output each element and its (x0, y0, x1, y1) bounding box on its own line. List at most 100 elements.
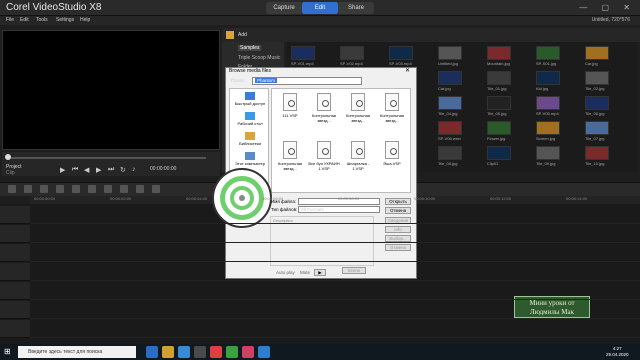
track-row[interactable] (30, 244, 640, 262)
look-in-dropdown[interactable]: Phantom (252, 77, 362, 85)
places-item[interactable]: Быстрый доступ (230, 92, 270, 106)
end-icon[interactable]: ⏭ (108, 166, 114, 174)
timeline-tool-icon[interactable] (8, 185, 16, 193)
category-triple-scoop[interactable]: Triple Scoop Music (238, 55, 280, 61)
menu-settings[interactable]: Settings (56, 17, 74, 23)
timeline-tool-icon[interactable] (40, 185, 48, 193)
open-button[interactable]: Открыть (385, 198, 411, 205)
library-thumbnail[interactable] (438, 146, 462, 160)
window-controls[interactable]: — ▢ ✕ (579, 3, 636, 12)
scrubber-track[interactable] (6, 157, 206, 159)
play-icon[interactable]: ▶ (60, 166, 65, 174)
videostudio-icon[interactable] (258, 346, 270, 358)
library-thumbnail[interactable] (536, 71, 560, 85)
library-thumbnail[interactable] (585, 121, 609, 135)
file-item[interactable]: Контрольная звезд... (274, 141, 306, 171)
next-icon[interactable]: ▶ (96, 166, 101, 174)
menu-tools[interactable]: Tools (36, 17, 48, 23)
close-icon[interactable]: ✕ (405, 67, 410, 74)
file-item[interactable]: Контрольная звезд... (342, 93, 374, 123)
track-header[interactable] (0, 206, 30, 224)
timeline-tool-icon[interactable] (152, 185, 160, 193)
track-header[interactable] (0, 225, 30, 243)
windows-start-icon[interactable]: ⊞ (4, 347, 11, 356)
add-label[interactable]: Add (238, 32, 247, 38)
folder-icon[interactable] (226, 31, 234, 39)
library-thumbnail[interactable] (487, 96, 511, 110)
repeat-icon[interactable]: ↻ (120, 166, 126, 174)
library-thumbnail[interactable] (585, 71, 609, 85)
track-row[interactable] (30, 263, 640, 281)
library-thumbnail-label: Tile_04.jpg (438, 111, 458, 116)
explorer-icon[interactable] (162, 346, 174, 358)
ruler-tick-label: 00:00:06:00 (262, 196, 284, 201)
menu-file[interactable]: File (6, 17, 14, 23)
volume-icon[interactable]: ♪ (132, 166, 136, 173)
category-samples[interactable]: Samples (238, 45, 262, 51)
library-thumbnail[interactable] (585, 96, 609, 110)
home-icon[interactable]: ⏮ (72, 166, 78, 174)
track-row[interactable] (30, 206, 640, 224)
file-item[interactable]: Контрольная звезд... (376, 93, 408, 123)
file-item[interactable]: Шпаргалка - 1.VSP (342, 141, 374, 171)
library-thumbnail[interactable] (536, 46, 560, 60)
library-thumbnail[interactable] (291, 46, 315, 60)
menu-edit[interactable]: Edit (20, 17, 29, 23)
taskbar-search[interactable]: Введите здесь текст для поиска (18, 346, 136, 358)
prev-icon[interactable]: ◀ (84, 166, 89, 174)
edge-icon[interactable] (178, 346, 190, 358)
timeline-tool-icon[interactable] (136, 185, 144, 193)
library-thumbnail[interactable] (536, 96, 560, 110)
library-thumbnail[interactable] (438, 121, 462, 135)
file-item[interactable]: Яша.VSP (376, 141, 408, 166)
library-thumbnail[interactable] (340, 46, 364, 60)
menu-help[interactable]: Help (80, 17, 90, 23)
opera-icon[interactable] (210, 346, 222, 358)
timeline-tool-icon[interactable] (104, 185, 112, 193)
yandex-icon[interactable] (242, 346, 254, 358)
timeline-tool-icon[interactable] (56, 185, 64, 193)
timeline-tool-icon[interactable] (88, 185, 96, 193)
track-header[interactable] (0, 320, 30, 338)
library-thumbnail[interactable] (438, 96, 462, 110)
track-row[interactable] (30, 320, 640, 338)
library-thumbnail[interactable] (487, 121, 511, 135)
task-view-icon[interactable] (146, 346, 158, 358)
library-thumbnail[interactable] (487, 146, 511, 160)
library-thumbnail-label: Car.jpg (585, 61, 598, 66)
timeline-tool-icon[interactable] (24, 185, 32, 193)
library-thumbnail[interactable] (487, 71, 511, 85)
library-thumbnail[interactable] (536, 146, 560, 160)
timeline-tool-icon[interactable] (72, 185, 80, 193)
library-thumbnail[interactable] (438, 71, 462, 85)
clip-mode-label[interactable]: Clip (6, 170, 15, 176)
file-item[interactable]: Все буи УКРАИН 1.VSP (308, 141, 340, 171)
chrome-icon[interactable] (226, 346, 238, 358)
track-row[interactable] (30, 282, 640, 300)
ruler-tick-label: 00:00:04:00 (186, 196, 208, 201)
track-header[interactable] (0, 244, 30, 262)
track-row[interactable] (30, 225, 640, 243)
library-thumbnail[interactable] (585, 46, 609, 60)
file-item[interactable]: Контрольная звезд... (308, 93, 340, 123)
library-thumbnail[interactable] (438, 46, 462, 60)
library-thumbnail[interactable] (536, 121, 560, 135)
scrubber-handle[interactable] (5, 154, 11, 160)
tab-share[interactable]: Share (338, 2, 374, 14)
track-header[interactable] (0, 282, 30, 300)
tab-edit[interactable]: Edit (302, 2, 338, 14)
tab-capture[interactable]: Capture (266, 2, 302, 14)
file-item[interactable]: 111.VSP (274, 93, 306, 118)
places-item[interactable]: Рабочий стол (230, 112, 270, 126)
library-thumbnail[interactable] (389, 46, 413, 60)
library-thumbnail-label: Tile_02.jpg (585, 86, 605, 91)
track-row[interactable] (30, 301, 640, 319)
library-thumbnail[interactable] (487, 46, 511, 60)
track-header[interactable] (0, 301, 30, 319)
places-item[interactable]: Библиотеки (230, 132, 270, 146)
library-thumbnail[interactable] (585, 146, 609, 160)
store-icon[interactable] (194, 346, 206, 358)
track-header[interactable] (0, 263, 30, 281)
places-item[interactable]: Этот компьютер (230, 152, 270, 166)
timeline-tool-icon[interactable] (120, 185, 128, 193)
